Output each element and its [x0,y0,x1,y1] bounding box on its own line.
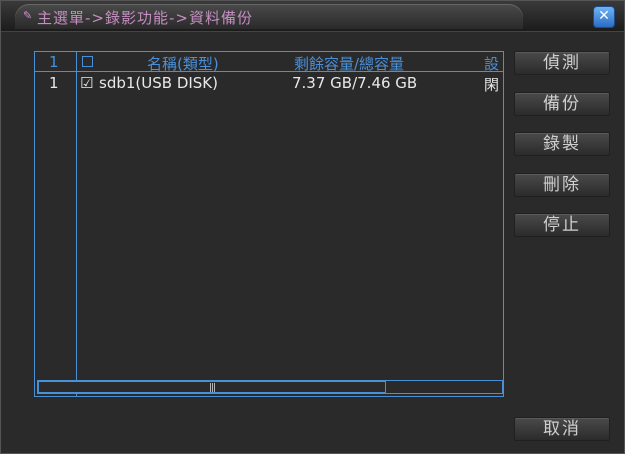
stop-button[interactable]: 停止 [514,213,610,237]
row-capacity: 7.37 GB/7.46 GB [292,74,418,92]
select-all-checkbox[interactable] [82,56,93,67]
window-title: 主選單->錄影功能->資料備份 [37,9,253,27]
record-button[interactable]: 錄製 [514,132,610,156]
index-column [35,52,77,396]
backup-button[interactable]: 備份 [514,92,610,116]
backup-dialog: ✎ 主選單->錄影功能->資料備份 ✕ 1 名稱(類型) 剩餘容量/總容量 設 … [0,0,625,454]
header-device: 設 [484,55,500,72]
header-capacity: 剩餘容量/總容量 [294,55,405,72]
close-icon: ✕ [598,8,610,24]
row-name: sdb1(USB DISK) [99,74,218,92]
title-bar: ✎ 主選單->錄影功能->資料備份 ✕ [1,1,624,32]
table-row[interactable]: 1 ☑ sdb1(USB DISK) 7.37 GB/7.46 GB 閑 [35,73,503,93]
pencil-icon: ✎ [23,9,33,22]
device-list: 1 名稱(類型) 剩餘容量/總容量 設 1 ☑ sdb1(USB DISK) 7… [34,51,504,397]
close-button[interactable]: ✕ [593,6,615,28]
delete-button[interactable]: 刪除 [514,173,610,197]
row-checkbox[interactable]: ☑ [80,74,93,92]
cancel-button[interactable]: 取消 [514,417,610,441]
header-index: 1 [49,53,59,71]
detect-button[interactable]: 偵測 [514,51,610,75]
grip-icon: ||| [209,383,216,393]
row-device: 閑 [484,76,500,93]
horizontal-scrollbar[interactable]: ||| [37,380,503,394]
row-index: 1 [49,74,59,92]
scroll-thumb[interactable]: ||| [38,381,386,393]
list-header: 1 名稱(類型) 剩餘容量/總容量 設 [35,52,503,72]
header-name: 名稱(類型) [147,55,219,72]
